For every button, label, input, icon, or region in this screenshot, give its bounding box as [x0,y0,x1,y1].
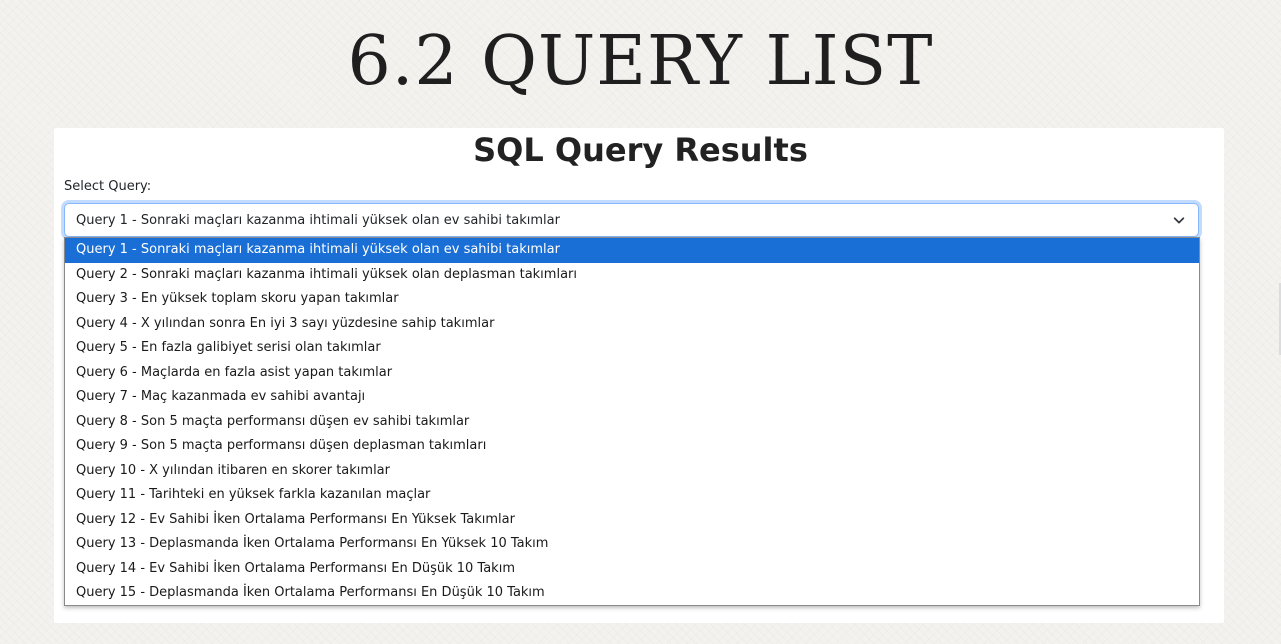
query-option-5[interactable]: Query 5 - En fazla galibiyet serisi olan… [65,336,1199,361]
query-option-11[interactable]: Query 11 - Tarihteki en yüksek farkla ka… [65,483,1199,508]
query-option-6[interactable]: Query 6 - Maçlarda en fazla asist yapan … [65,361,1199,386]
query-select-value: Query 1 - Sonraki maçları kazanma ihtima… [76,213,560,228]
query-option-7[interactable]: Query 7 - Maç kazanmada ev sahibi avanta… [65,385,1199,410]
chevron-down-icon [1173,217,1185,224]
query-option-3[interactable]: Query 3 - En yüksek toplam skoru yapan t… [65,287,1199,312]
panel-heading: SQL Query Results [473,131,808,169]
query-options-list: Query 1 - Sonraki maçları kazanma ihtima… [64,237,1200,606]
query-option-1[interactable]: Query 1 - Sonraki maçları kazanma ihtima… [65,238,1199,263]
query-option-15[interactable]: Query 15 - Deplasmanda İken Ortalama Per… [65,581,1199,606]
query-option-9[interactable]: Query 9 - Son 5 maçta performansı düşen … [65,434,1199,459]
query-option-14[interactable]: Query 14 - Ev Sahibi İken Ortalama Perfo… [65,557,1199,582]
slide-title: 6.2 QUERY LIST [347,22,934,101]
query-select[interactable]: Query 1 - Sonraki maçları kazanma ihtima… [64,203,1199,237]
query-option-4[interactable]: Query 4 - X yılından sonra En iyi 3 sayı… [65,312,1199,337]
query-option-8[interactable]: Query 8 - Son 5 maçta performansı düşen … [65,410,1199,435]
query-option-13[interactable]: Query 13 - Deplasmanda İken Ortalama Per… [65,532,1199,557]
query-option-12[interactable]: Query 12 - Ev Sahibi İken Ortalama Perfo… [65,508,1199,533]
query-option-2[interactable]: Query 2 - Sonraki maçları kazanma ihtima… [65,263,1199,288]
query-option-10[interactable]: Query 10 - X yılından itibaren en skorer… [65,459,1199,484]
select-query-label: Select Query: [64,179,152,194]
